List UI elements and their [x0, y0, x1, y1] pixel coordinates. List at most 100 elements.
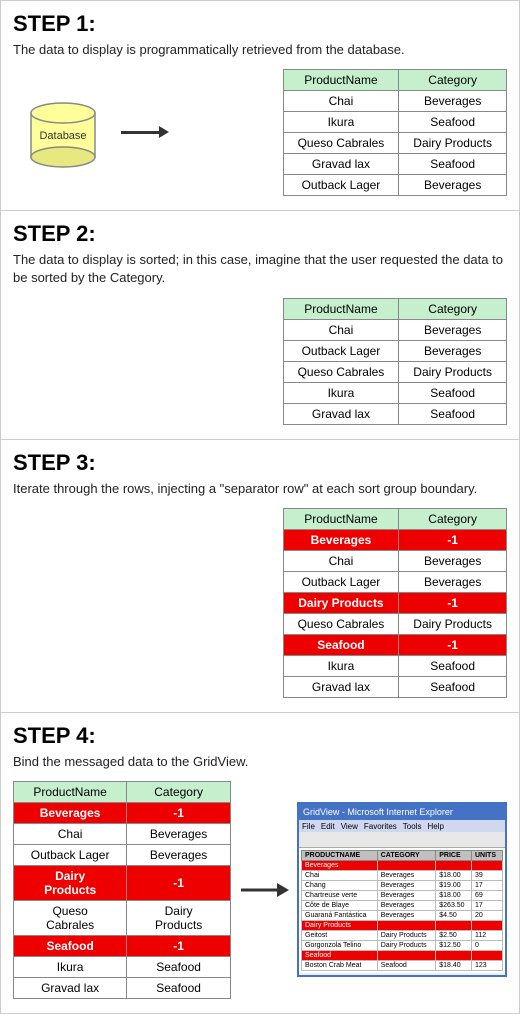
cell-category: Beverages: [399, 175, 507, 196]
cell-productname: Dairy Products: [14, 865, 127, 900]
screenshot-cell: [377, 861, 436, 871]
step2-title: STEP 2:: [13, 221, 507, 247]
screenshot-cell: Beverages: [377, 881, 436, 891]
cell-productname: Outback Lager: [283, 571, 399, 592]
col-header-category: Category: [399, 70, 507, 91]
cell-category: Beverages: [127, 844, 231, 865]
screenshot-cell: $19.00: [436, 881, 472, 891]
step4-table: ProductName Category Beverages-1ChaiBeve…: [13, 781, 231, 999]
step3-desc: Iterate through the rows, injecting a "s…: [13, 480, 507, 498]
screenshot-cell: Boston Crab Meat: [302, 961, 378, 971]
screenshot-cell: [436, 861, 472, 871]
screenshot-cell: $4.50: [436, 911, 472, 921]
screenshot-menubar: File Edit View Favorites Tools Help: [299, 820, 505, 832]
cell-productname: Queso Cabrales: [14, 900, 127, 935]
cell-category: -1: [399, 634, 507, 655]
step2-table-container: ProductName Category ChaiBeveragesOutbac…: [13, 298, 507, 425]
step1-section: STEP 1: The data to display is programma…: [0, 0, 520, 211]
screenshot-cell: Geitost: [302, 931, 378, 941]
screenshot-cell: $18.40: [436, 961, 472, 971]
screenshot-cell: Beverages: [377, 901, 436, 911]
cell-category: Dairy Products: [127, 900, 231, 935]
screenshot-cell: Dairy Products: [302, 921, 378, 931]
screenshot-cell: Dairy Products: [377, 941, 436, 951]
right-arrow: [121, 131, 161, 134]
col-header-category4: Category: [127, 781, 231, 802]
cell-category: Beverages: [399, 550, 507, 571]
screenshot-cell: [472, 951, 503, 961]
screenshot-cell: $12.50: [436, 941, 472, 951]
screenshot-cell: $2.50: [436, 931, 472, 941]
step4-content: ProductName Category Beverages-1ChaiBeve…: [13, 781, 507, 999]
cell-category: -1: [127, 865, 231, 900]
cell-category: Seafood: [399, 154, 507, 175]
screenshot-cell: $263.50: [436, 901, 472, 911]
screenshot-cell: Beverages: [377, 891, 436, 901]
cell-category: Seafood: [399, 403, 507, 424]
cell-productname: Chai: [283, 319, 399, 340]
cell-category: Dairy Products: [399, 133, 507, 154]
screenshot-cell: 39: [472, 871, 503, 881]
cell-category: Beverages: [127, 823, 231, 844]
screenshot-cell: 69: [472, 891, 503, 901]
cell-productname: Outback Lager: [283, 340, 399, 361]
step1-table: ProductName Category ChaiBeveragesIkuraS…: [283, 69, 507, 196]
cell-category: Seafood: [399, 655, 507, 676]
cell-category: Beverages: [399, 319, 507, 340]
cell-productname: Dairy Products: [283, 592, 399, 613]
cell-productname: Queso Cabrales: [283, 613, 399, 634]
screenshot-cell: Seafood: [302, 951, 378, 961]
col-header-category3: Category: [399, 508, 507, 529]
screenshot-titlebar: GridView - Microsoft Internet Explorer: [299, 804, 505, 820]
screenshot-cell: 0: [472, 941, 503, 951]
step1-table-container: ProductName Category ChaiBeveragesIkuraS…: [283, 69, 507, 196]
cell-category: -1: [127, 935, 231, 956]
cell-category: -1: [399, 592, 507, 613]
screenshot-cell: [377, 921, 436, 931]
screenshot-cell: Chang: [302, 881, 378, 891]
cell-productname: Outback Lager: [14, 844, 127, 865]
cell-category: Dairy Products: [399, 613, 507, 634]
screenshot-body: PRODUCTNAME CATEGORY PRICE UNITS Beverag…: [299, 848, 505, 973]
cell-category: Beverages: [399, 571, 507, 592]
screenshot-cell: $18.00: [436, 871, 472, 881]
screenshot-cell: [436, 951, 472, 961]
screenshot-cell: Gorgonzola Telino: [302, 941, 378, 951]
screenshot-inner-table: PRODUCTNAME CATEGORY PRICE UNITS Beverag…: [301, 850, 503, 971]
screenshot-cell: Guaraná Fantástica: [302, 911, 378, 921]
cell-category: Seafood: [127, 977, 231, 998]
screenshot-cell: 20: [472, 911, 503, 921]
screenshot-cell: Beverages: [377, 911, 436, 921]
screenshot-toolbar: [299, 832, 505, 848]
cell-category: Seafood: [127, 956, 231, 977]
screenshot-cell: [377, 951, 436, 961]
cell-productname: Ikura: [283, 112, 399, 133]
screenshot-mock: GridView - Microsoft Internet Explorer F…: [297, 802, 507, 977]
col-header-productname2: ProductName: [283, 298, 399, 319]
cell-productname: Ikura: [283, 655, 399, 676]
screenshot-cell: Côte de Blaye: [302, 901, 378, 911]
screenshot-cell: Dairy Products: [377, 931, 436, 941]
cell-productname: Beverages: [283, 529, 399, 550]
db-arrow-group: Database: [13, 95, 283, 170]
cell-productname: Queso Cabrales: [283, 133, 399, 154]
step4-title: STEP 4:: [13, 723, 507, 749]
step1-content: Database ProductName Category ChaiBevera…: [13, 69, 507, 196]
screenshot-cell: 17: [472, 881, 503, 891]
cell-productname: Queso Cabrales: [283, 361, 399, 382]
cell-productname: Beverages: [14, 802, 127, 823]
screenshot-cell: Beverages: [302, 861, 378, 871]
cell-productname: Ikura: [283, 382, 399, 403]
screenshot-cell: 123: [472, 961, 503, 971]
col-header-productname3: ProductName: [283, 508, 399, 529]
step4-section: STEP 4: Bind the messaged data to the Gr…: [0, 713, 520, 1014]
cell-productname: Chai: [283, 91, 399, 112]
cell-productname: Outback Lager: [283, 175, 399, 196]
cell-productname: Gravad lax: [283, 403, 399, 424]
step3-section: STEP 3: Iterate through the rows, inject…: [0, 440, 520, 713]
cell-productname: Chai: [14, 823, 127, 844]
screenshot-cell: Beverages: [377, 871, 436, 881]
col-header-category2: Category: [399, 298, 507, 319]
step3-table: ProductName Category Beverages-1ChaiBeve…: [283, 508, 507, 698]
screenshot-cell: Chartreuse verte: [302, 891, 378, 901]
